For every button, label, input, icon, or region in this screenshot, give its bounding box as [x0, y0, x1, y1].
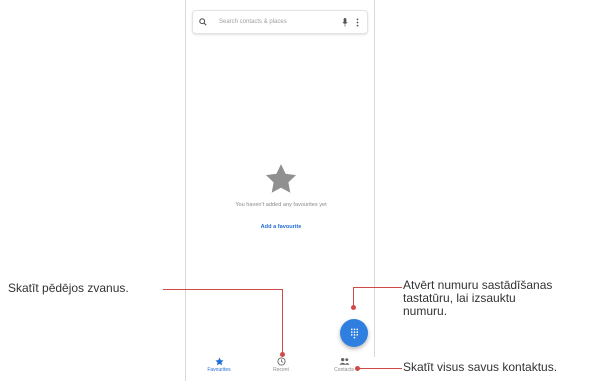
nav-recent-label: Recent [273, 367, 289, 373]
add-favourite-link[interactable]: Add a favourite [186, 224, 376, 230]
search-input[interactable]: Search contacts & places [219, 19, 339, 25]
callout-dot-contacts [355, 366, 360, 371]
nav-favourites[interactable]: Favourites [194, 357, 244, 381]
mic-icon[interactable] [339, 17, 351, 27]
empty-state-message: You haven't added any favourites yet [235, 202, 327, 208]
callout-line-dialpad [353, 287, 402, 288]
phone-screen: Search contacts & places You haven't add… [185, 0, 376, 381]
callout-dialpad-line3: numuru. [403, 304, 448, 318]
clock-icon [276, 357, 286, 366]
search-icon[interactable] [199, 18, 215, 26]
callout-line-contacts [358, 368, 402, 369]
callout-dialpad-line2: tastatūru, lai izsauktu [403, 291, 516, 305]
more-options-icon[interactable] [351, 17, 363, 27]
nav-contacts-label: Contacts [334, 367, 354, 373]
search-bar[interactable]: Search contacts & places [192, 10, 368, 34]
callout-line-dialpad-vertical [353, 287, 354, 307]
callout-recent: Skatīt pēdējos zvanus. [8, 281, 129, 295]
callout-line-recent-vertical [282, 289, 283, 353]
callout-contacts: Skatīt visus savus kontaktus. [403, 360, 558, 374]
nav-recent[interactable]: Recent [256, 357, 306, 381]
star-icon [214, 357, 224, 366]
callout-dot-dialpad [351, 305, 356, 310]
callout-dialpad-line1: Atvērt numuru sastādīšanas [403, 278, 553, 292]
dialpad-icon [350, 328, 358, 338]
nav-favourites-label: Favourites [207, 367, 231, 373]
bottom-navigation: Favourites Recent Contacts [186, 357, 376, 381]
callout-line-recent [163, 289, 283, 290]
dialpad-button[interactable] [340, 319, 368, 347]
star-icon [264, 163, 298, 200]
callout-dot-recent [280, 352, 285, 357]
nav-contacts[interactable]: Contacts [319, 357, 369, 381]
people-icon [338, 358, 350, 365]
